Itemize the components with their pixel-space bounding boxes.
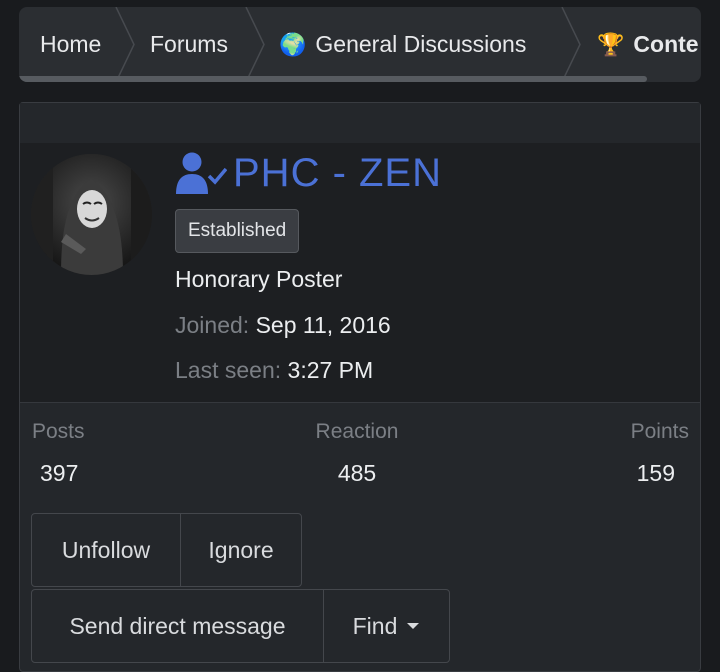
breadcrumb-label: General Discussions xyxy=(315,31,527,57)
breadcrumb-label: Forums xyxy=(150,31,228,57)
ignore-button[interactable]: Ignore xyxy=(180,513,302,587)
stat-label: Reaction xyxy=(315,420,399,443)
user-banner-badge: Established xyxy=(175,209,300,253)
send-message-label: Send direct message xyxy=(69,612,286,639)
joined-value: Sep 11, 2016 xyxy=(255,312,391,338)
stat-label: Posts xyxy=(32,420,85,443)
breadcrumb-separator xyxy=(245,7,265,82)
stat-posts[interactable]: Posts 397 xyxy=(32,420,85,487)
breadcrumb-separator xyxy=(561,7,581,82)
send-direct-message-button[interactable]: Send direct message xyxy=(31,589,324,663)
breadcrumb: Home Forums 🌍 General Discussions 🏆 Cont… xyxy=(19,7,701,82)
unfollow-label: Unfollow xyxy=(61,536,151,563)
card-header xyxy=(20,103,700,144)
member-tooltip-card: PHC - ZEN Established Honorary Poster Jo… xyxy=(19,102,701,672)
breadcrumb-home[interactable]: Home xyxy=(40,7,101,82)
avatar[interactable] xyxy=(31,154,152,275)
joined-row: Joined: Sep 11, 2016 xyxy=(175,312,391,339)
last-seen-label: Last seen: xyxy=(175,357,282,383)
ignore-label: Ignore xyxy=(208,536,274,563)
member-name-row: PHC - ZEN xyxy=(175,151,442,196)
unfollow-button[interactable]: Unfollow xyxy=(31,513,181,587)
stat-value: 397 xyxy=(40,460,79,486)
last-seen-row: Last seen: 3:27 PM xyxy=(175,357,373,384)
stat-reaction[interactable]: Reaction 485 xyxy=(310,420,404,487)
user-check-icon xyxy=(176,152,227,194)
stat-label: Points xyxy=(630,420,689,443)
breadcrumb-label: Home xyxy=(40,31,102,57)
caret-down-icon xyxy=(407,623,420,629)
breadcrumb-separator xyxy=(115,7,135,82)
globe-icon: 🌍 xyxy=(279,31,307,57)
stat-value: 485 xyxy=(337,460,377,486)
user-title: Honorary Poster xyxy=(175,266,343,292)
breadcrumb-forums[interactable]: Forums xyxy=(150,7,228,82)
breadcrumb-general-discussions[interactable]: 🌍 General Discussions xyxy=(279,7,526,82)
stat-points[interactable]: Points 159 xyxy=(606,420,689,487)
member-info: PHC - ZEN Established Honorary Poster Jo… xyxy=(20,143,700,403)
breadcrumb-contest[interactable]: 🏆 Conte xyxy=(597,7,699,82)
trophy-icon: 🏆 xyxy=(597,31,625,57)
horizontal-scrollbar[interactable] xyxy=(19,76,647,82)
joined-label: Joined: xyxy=(175,312,250,338)
find-label: Find xyxy=(352,612,398,639)
last-seen-value: 3:27 PM xyxy=(287,357,374,383)
breadcrumb-label: Conte xyxy=(633,31,699,57)
member-name[interactable]: PHC - ZEN xyxy=(233,151,442,196)
find-menu-button[interactable]: Find xyxy=(323,589,450,663)
stat-value: 159 xyxy=(636,460,675,486)
